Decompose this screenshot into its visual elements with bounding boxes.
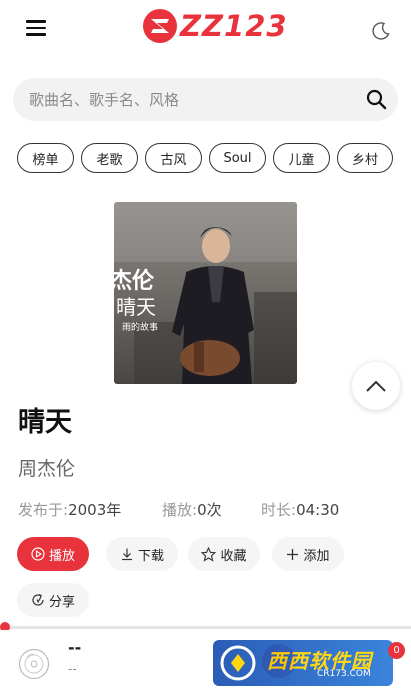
now-playing-bar: -- -- 西西软件园 CR173.COM 0	[0, 630, 411, 694]
moon-icon[interactable]	[371, 21, 391, 41]
download-button[interactable]: 下载	[106, 537, 178, 571]
now-playing-artist: --	[68, 662, 77, 676]
download-label: 下载	[137, 548, 164, 564]
logo-mark-icon	[143, 9, 177, 43]
tag-country[interactable]: 乡村	[337, 143, 393, 173]
release-value: 2003年	[68, 501, 122, 519]
progress-bar[interactable]	[0, 626, 411, 629]
add-button[interactable]: 添加	[272, 537, 344, 571]
cover-title-text: 晴天	[116, 295, 156, 319]
watermark-logo-icon	[220, 645, 256, 681]
logo-text: ZZ123	[180, 9, 288, 43]
disc-icon[interactable]	[18, 648, 50, 680]
logo[interactable]: ZZ123	[142, 6, 288, 46]
favorite-label: 收藏	[220, 548, 247, 564]
play-count: 播放:0次	[162, 499, 222, 520]
plays-label: 播放:	[162, 501, 198, 519]
song-title: 晴天	[18, 407, 72, 438]
playlist-count-badge[interactable]: 0	[388, 642, 405, 659]
watermark-subtext: CR173.COM	[317, 669, 371, 679]
scroll-top-button[interactable]	[352, 362, 400, 410]
duration: 时长:04:30	[261, 499, 339, 520]
duration-value: 04:30	[296, 501, 340, 519]
site-watermark: 西西软件园 CR173.COM	[213, 640, 393, 686]
add-label: 添加	[303, 548, 330, 564]
tag-old-songs[interactable]: 老歌	[81, 143, 138, 173]
share-label: 分享	[48, 594, 75, 610]
search-input[interactable]	[13, 78, 353, 121]
menu-icon[interactable]	[26, 20, 46, 36]
tag-chart[interactable]: 榜单	[17, 143, 74, 173]
star-icon	[201, 546, 217, 562]
now-playing-title: --	[68, 638, 82, 657]
search-bar	[13, 78, 398, 121]
album-cover-art: 杰伦 晴天 雨的故事	[114, 202, 297, 384]
top-bar: ZZ123	[0, 0, 411, 62]
cover-sub-text: 雨的故事	[122, 321, 158, 333]
tag-ancient-style[interactable]: 古风	[145, 143, 202, 173]
plus-icon	[287, 548, 299, 560]
duration-label: 时长:	[261, 501, 297, 519]
tag-children[interactable]: 儿童	[273, 143, 330, 173]
download-icon	[121, 548, 132, 561]
share-button[interactable]: 分享	[17, 583, 89, 617]
search-icon[interactable]	[366, 89, 387, 110]
chevron-up-icon	[366, 380, 386, 392]
favorite-button[interactable]: 收藏	[188, 537, 260, 571]
tag-soul[interactable]: Soul	[209, 143, 266, 173]
plays-value: 0次	[197, 501, 222, 519]
share-icon	[32, 593, 44, 606]
play-button[interactable]: 播放	[17, 537, 89, 571]
play-label: 播放	[48, 548, 75, 564]
album-cover: 杰伦 晴天 雨的故事	[114, 202, 297, 384]
song-artist[interactable]: 周杰伦	[18, 454, 75, 481]
release-label: 发布于:	[18, 501, 69, 519]
play-icon	[31, 547, 45, 561]
cover-artist-text: 杰伦	[114, 268, 155, 294]
release-date: 发布于:2003年	[18, 499, 121, 520]
